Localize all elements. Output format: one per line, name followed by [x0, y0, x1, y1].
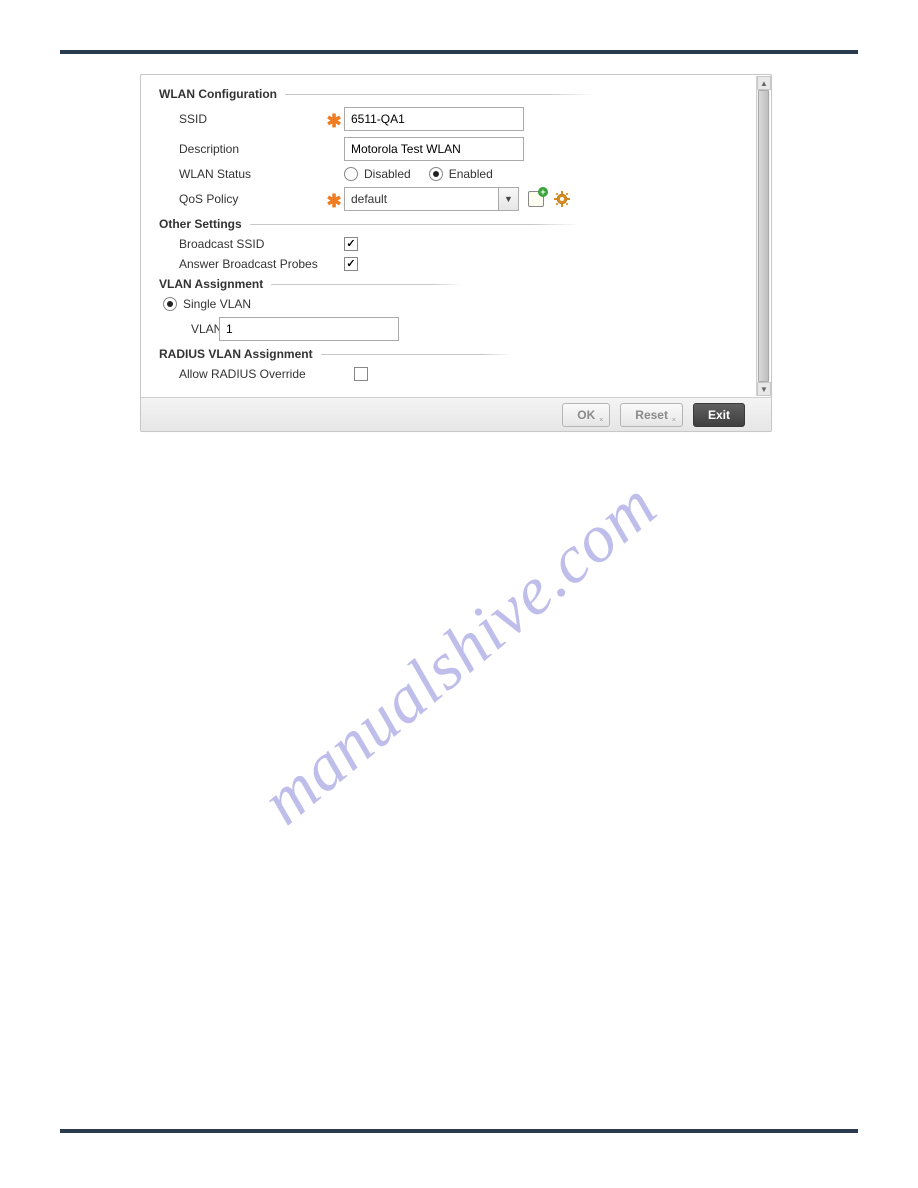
vlan-input[interactable]: [219, 317, 399, 341]
radio-disabled-label: Disabled: [364, 167, 411, 181]
button-sub: ×: [599, 417, 603, 424]
wlan-status-radios: Disabled Enabled: [344, 167, 493, 181]
ok-button[interactable]: OK ×: [562, 403, 610, 427]
group-title-vlan: VLAN Assignment: [159, 277, 479, 291]
scroll-down-icon[interactable]: ▼: [757, 382, 771, 396]
row-ssid: SSID ✱: [159, 107, 757, 131]
reset-button[interactable]: Reset ×: [620, 403, 683, 427]
radio-enabled-label: Enabled: [449, 167, 493, 181]
wlan-status-label: WLAN Status: [159, 167, 324, 181]
panel-footer: OK × Reset × Exit: [141, 397, 771, 431]
group-title-wlan: WLAN Configuration: [159, 87, 594, 101]
add-document-icon: +: [528, 191, 544, 207]
allow-override-checkbox[interactable]: [354, 367, 368, 381]
group-title-vlan-text: VLAN Assignment: [159, 277, 263, 291]
bottom-rule: [60, 1129, 858, 1133]
qos-controls: default ▼ +: [344, 187, 571, 211]
vlan-label: VLAN: [159, 322, 219, 336]
top-rule: [60, 50, 858, 54]
check-icon: ✓: [346, 259, 355, 270]
scroll-up-icon[interactable]: ▲: [757, 76, 771, 90]
answer-probes-checkbox[interactable]: ✓: [344, 257, 358, 271]
row-single-vlan: Single VLAN: [155, 297, 757, 311]
ok-button-label: OK: [577, 408, 595, 422]
divider: [321, 354, 511, 355]
row-answer-probes: Answer Broadcast Probes ✱ ✓: [159, 257, 757, 271]
radio-icon: [429, 167, 443, 181]
group-title-other-text: Other Settings: [159, 217, 242, 231]
check-icon: ✓: [346, 239, 355, 250]
qos-select-value: default: [345, 192, 498, 206]
radio-disabled[interactable]: Disabled: [344, 167, 411, 181]
allow-override-label: Allow RADIUS Override: [159, 367, 334, 381]
divider: [285, 94, 594, 95]
row-broadcast-ssid: Broadcast SSID ✱ ✓: [159, 237, 757, 251]
row-wlan-status: WLAN Status ✱ Disabled Enabled: [159, 167, 757, 181]
required-star-icon: ✱: [324, 196, 344, 206]
wlan-config-panel: WLAN Configuration SSID ✱ Description ✱ …: [140, 74, 772, 432]
answer-probes-label: Answer Broadcast Probes: [159, 257, 324, 271]
qos-select[interactable]: default ▼: [344, 187, 519, 211]
exit-button[interactable]: Exit: [693, 403, 745, 427]
settings-button[interactable]: [553, 190, 571, 208]
chevron-down-icon: ▼: [498, 188, 518, 210]
divider: [271, 284, 461, 285]
radio-enabled[interactable]: Enabled: [429, 167, 493, 181]
group-title-radius-text: RADIUS VLAN Assignment: [159, 347, 313, 361]
group-title-other: Other Settings: [159, 217, 594, 231]
exit-button-label: Exit: [708, 408, 730, 422]
qos-label: QoS Policy: [159, 192, 324, 206]
row-vlan-value: VLAN: [159, 317, 757, 341]
divider: [250, 224, 580, 225]
gear-icon: [554, 191, 570, 207]
ssid-input[interactable]: [344, 107, 524, 131]
description-label: Description: [159, 142, 324, 156]
row-allow-override: Allow RADIUS Override ✱: [159, 367, 757, 381]
radio-icon: [163, 297, 177, 311]
group-title-wlan-text: WLAN Configuration: [159, 87, 277, 101]
scroll-thumb[interactable]: [758, 90, 769, 382]
required-star-icon: ✱: [324, 116, 344, 126]
ssid-label: SSID: [159, 112, 324, 126]
group-title-radius: RADIUS VLAN Assignment: [159, 347, 569, 361]
radio-icon: [344, 167, 358, 181]
watermark: manualshive.com: [246, 466, 671, 841]
broadcast-ssid-checkbox[interactable]: ✓: [344, 237, 358, 251]
add-policy-button[interactable]: +: [527, 190, 545, 208]
button-sub: ×: [672, 417, 676, 424]
row-qos: QoS Policy ✱ default ▼ +: [159, 187, 757, 211]
radio-single-vlan[interactable]: Single VLAN: [155, 297, 251, 311]
description-input[interactable]: [344, 137, 524, 161]
scrollbar[interactable]: ▲ ▼: [756, 76, 770, 396]
single-vlan-label: Single VLAN: [183, 297, 251, 311]
broadcast-ssid-label: Broadcast SSID: [159, 237, 324, 251]
reset-button-label: Reset: [635, 408, 668, 422]
row-description: Description ✱: [159, 137, 757, 161]
